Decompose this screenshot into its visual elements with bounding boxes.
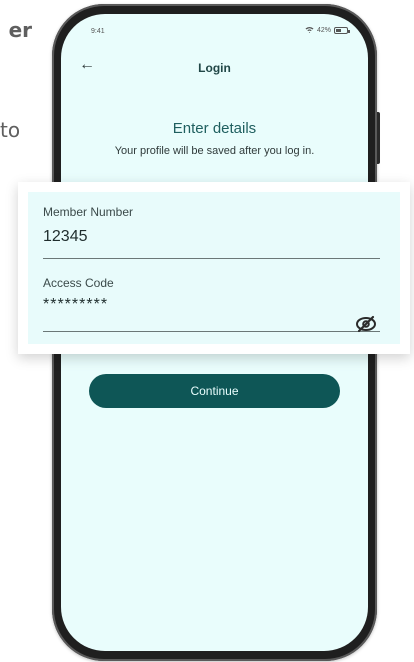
login-form-card: Member Number 12345 Access Code ********… bbox=[18, 182, 410, 354]
wifi-icon bbox=[305, 26, 314, 35]
background-text-top: er bbox=[8, 18, 32, 42]
login-form: Member Number 12345 Access Code ********… bbox=[28, 192, 400, 344]
background-text-middle: to bbox=[0, 118, 21, 142]
page-title: Login bbox=[198, 61, 231, 75]
phone-side-button bbox=[377, 112, 380, 164]
access-code-input[interactable]: ********* bbox=[43, 296, 108, 314]
continue-button[interactable]: Continue bbox=[89, 374, 340, 408]
access-code-label: Access Code bbox=[43, 276, 114, 290]
battery-icon bbox=[334, 27, 350, 34]
hide-password-eye-icon[interactable] bbox=[354, 312, 378, 336]
status-icons: 42% bbox=[305, 26, 350, 35]
battery-percent: 42% bbox=[316, 27, 331, 34]
member-number-label: Member Number bbox=[43, 205, 134, 219]
enter-details-title: Enter details bbox=[172, 120, 257, 137]
status-time: 9:41 bbox=[91, 28, 105, 35]
enter-details-subtitle: Your profile will be saved after you log… bbox=[114, 145, 315, 157]
member-number-input[interactable]: 12345 bbox=[43, 228, 88, 246]
member-number-underline bbox=[43, 258, 380, 259]
access-code-underline bbox=[43, 331, 380, 332]
